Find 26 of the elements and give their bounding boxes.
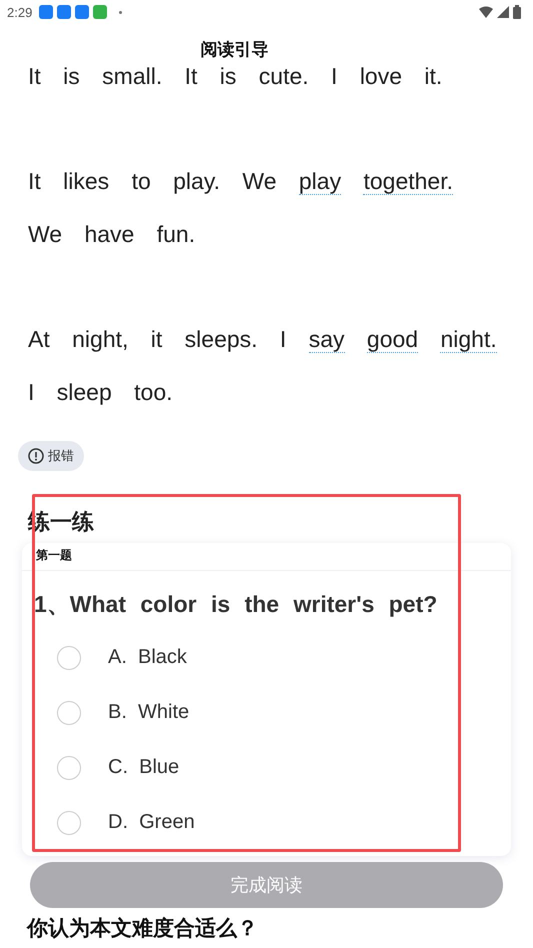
- option-label[interactable]: C. Blue: [108, 756, 180, 779]
- question-text: 1、What color is the writer's pet?: [34, 590, 438, 619]
- radio-button[interactable]: [57, 810, 81, 834]
- article-paragraph: It is small. It is cute. I love it.: [28, 62, 444, 91]
- dot-icon: [119, 10, 122, 14]
- difficulty-question: 你认为本文难度合适么？: [27, 916, 259, 942]
- article-paragraph: It likes to play. We play together. We have fun.: [28, 167, 454, 249]
- status-time: 2:29: [7, 4, 32, 20]
- notification-icon: [93, 5, 108, 19]
- radio-button[interactable]: [57, 756, 81, 780]
- alert-icon: [28, 448, 44, 464]
- radio-button[interactable]: [57, 646, 81, 670]
- option-label[interactable]: D. Green: [108, 811, 195, 834]
- notification-icon: [57, 5, 72, 19]
- radio-button[interactable]: [57, 700, 81, 724]
- notification-icon: [75, 5, 90, 19]
- report-button[interactable]: 报错: [18, 441, 84, 471]
- signal-icon: [497, 6, 509, 18]
- option-label[interactable]: A. Black: [108, 646, 187, 669]
- page-title: 阅读引导: [200, 38, 268, 60]
- wifi-icon: [479, 6, 493, 18]
- article-paragraph: At night, it sleeps. I say good night. I sleep too.: [28, 325, 498, 407]
- option-label[interactable]: B. White: [108, 701, 190, 724]
- notification-icon: [39, 5, 54, 19]
- card-title: 第一题: [22, 543, 511, 571]
- battery-icon: [513, 5, 521, 19]
